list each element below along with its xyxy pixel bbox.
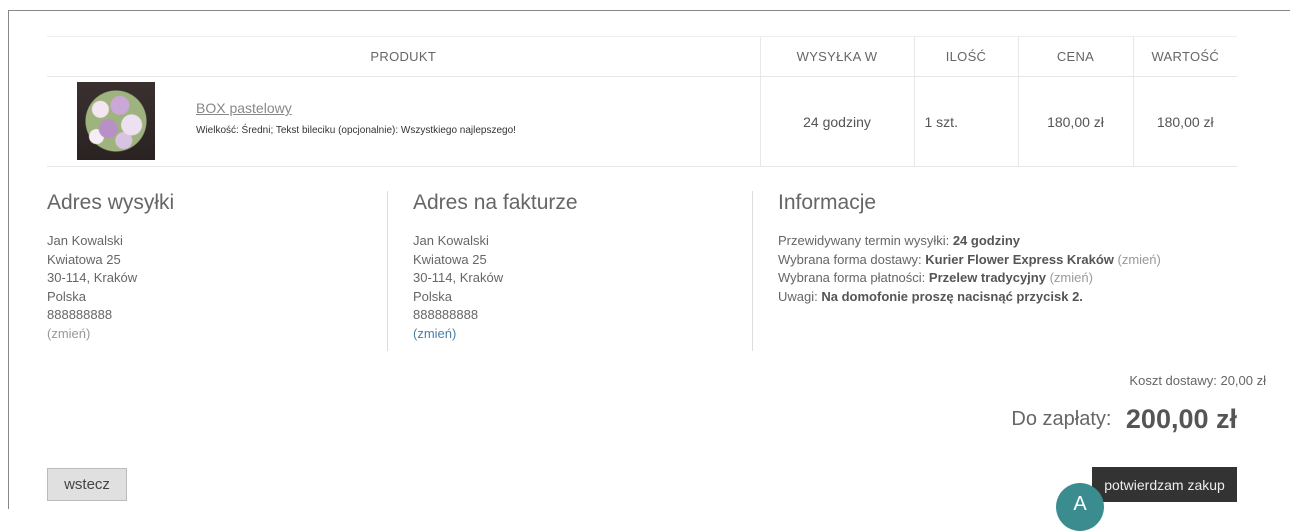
- billing-city: 30-114, Kraków: [413, 270, 504, 285]
- shipping-time-cell: 24 godziny: [759, 76, 914, 167]
- billing-address-title: Adres na fakturze: [413, 191, 578, 214]
- shipping-city: 30-114, Kraków: [47, 270, 138, 285]
- shipping-cost: Koszt dostawy: 20,00 zł: [1129, 373, 1266, 388]
- shipping-name: Jan Kowalski: [47, 233, 123, 248]
- table-row: BOX pastelowy Wielkość: Średni; Tekst bi…: [47, 76, 1237, 167]
- payment-label: Wybrana forma płatności:: [778, 270, 926, 285]
- header-value: WARTOŚĆ: [1132, 36, 1237, 77]
- column-divider: [752, 191, 753, 351]
- quantity-cell: 1 szt.: [913, 76, 1018, 167]
- product-thumbnail[interactable]: [77, 82, 155, 160]
- cart-table: PRODUKT WYSYŁKA W ILOŚĆ CENA WARTOŚĆ BOX…: [47, 36, 1237, 167]
- notes-value: Na domofonie proszę nacisnąć przycisk 2.: [821, 288, 1083, 304]
- payment-change-link[interactable]: (zmień): [1050, 270, 1093, 285]
- billing-country: Polska: [413, 288, 453, 304]
- notes-label: Uwagi:: [778, 288, 818, 304]
- billing-change-link[interactable]: (zmień): [413, 325, 753, 344]
- shipping-address-title: Adres wysyłki: [47, 191, 175, 214]
- billing-address-section: Adres na fakturze Jan Kowalski Kwiatowa …: [413, 191, 753, 351]
- delivery-label: Wybrana forma dostawy:: [778, 251, 922, 267]
- info-delivery: Wybrana forma dostawy: Kurier Flower Exp…: [778, 251, 1238, 270]
- info-payment: Wybrana forma płatności: Przelew tradycy…: [778, 269, 1238, 288]
- delivery-change-link[interactable]: (zmień): [1118, 252, 1161, 267]
- billing-name: Jan Kowalski: [413, 233, 489, 248]
- confirm-purchase-button[interactable]: potwierdzam zakup: [1092, 467, 1237, 502]
- table-header-row: PRODUKT WYSYŁKA W ILOŚĆ CENA WARTOŚĆ: [47, 36, 1237, 77]
- order-info-section: Informacje Przewidywany termin wysyłki: …: [778, 191, 1238, 351]
- shipping-phone: 888888888: [47, 307, 113, 322]
- product-name-link[interactable]: BOX pastelowy: [196, 100, 292, 116]
- delivery-value: Kurier Flower Express Kraków: [925, 251, 1114, 267]
- shipping-street: Kwiatowa 25: [47, 251, 121, 267]
- value-cell: 180,00 zł: [1132, 76, 1237, 167]
- cursor-marker-badge: A: [1056, 483, 1104, 531]
- to-pay-label: Do zapłaty:: [1011, 408, 1112, 430]
- billing-phone: 888888888: [413, 307, 479, 322]
- shipping-address-section: Adres wysyłki Jan Kowalski Kwiatowa 25 3…: [47, 191, 387, 351]
- info-notes: Uwagi: Na domofonie proszę nacisnąć przy…: [778, 288, 1238, 307]
- billing-street: Kwiatowa 25: [413, 251, 487, 267]
- header-product: PRODUKT: [47, 36, 760, 77]
- ship-time-label: Przewidywany termin wysyłki:: [778, 233, 950, 248]
- price-cell: 180,00 zł: [1017, 76, 1133, 167]
- order-info-title: Informacje: [778, 191, 877, 214]
- header-price: CENA: [1017, 36, 1133, 77]
- product-options: Wielkość: Średni; Tekst bileciku (opcjon…: [196, 125, 516, 136]
- back-button[interactable]: wstecz: [47, 468, 127, 501]
- payment-value: Przelew tradycyjny: [928, 270, 1046, 285]
- ship-time-value: 24 godziny: [952, 233, 1021, 248]
- header-quantity: ILOŚĆ: [913, 36, 1018, 77]
- header-shipping: WYSYŁKA W: [759, 36, 914, 77]
- shipping-change-link[interactable]: (zmień): [47, 325, 387, 344]
- column-divider: [387, 191, 388, 351]
- info-ship-time: Przewidywany termin wysyłki: 24 godziny: [778, 232, 1238, 251]
- to-pay-amount: 200,00 zł: [1125, 404, 1237, 434]
- total-to-pay: Do zapłaty: 200,00 zł: [1011, 404, 1237, 435]
- product-cell: BOX pastelowy Wielkość: Średni; Tekst bi…: [47, 76, 760, 167]
- shipping-country: Polska: [47, 288, 87, 304]
